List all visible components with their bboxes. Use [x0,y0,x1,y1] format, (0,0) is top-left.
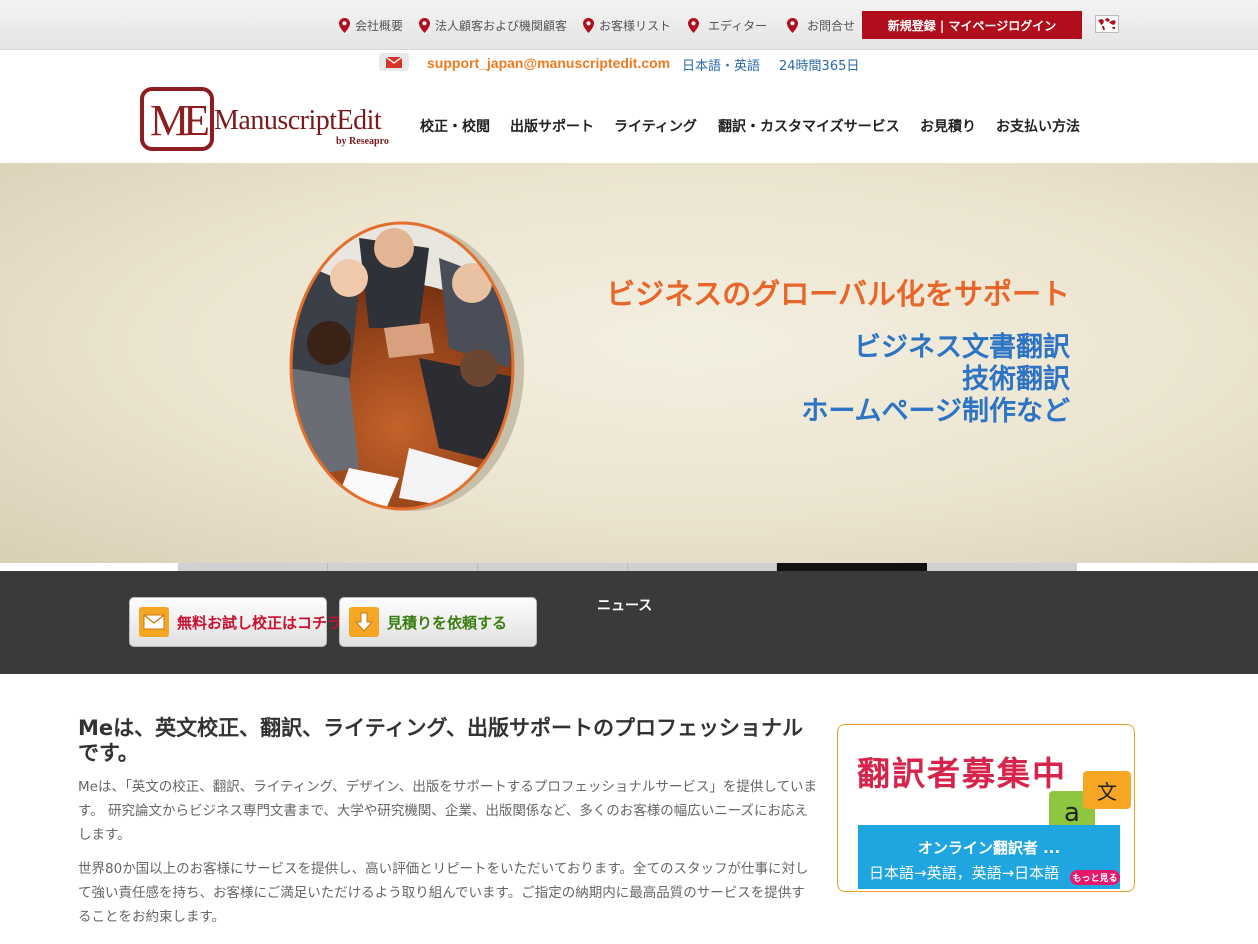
slider-pager[interactable] [178,563,1077,571]
news-heading[interactable]: ニュース [597,595,652,615]
toplink-label: お問合せ [807,18,856,33]
nav-publishing-support[interactable]: 出版サポート [510,116,594,136]
register-login-button[interactable]: 新規登録 | マイページログイン [862,11,1082,39]
support-hours: 24時間365日 [779,59,860,74]
toplink-corporate-clients[interactable]: 法人顧客および機関顧客 [419,16,567,34]
hero-line-3: ホームページ制作など [801,396,1070,427]
location-pin-icon [419,17,430,33]
translator-recruit-banner[interactable]: 翻訳者募集中 a 文 オンライン翻訳者 ... 日本語→英語，英語→日本語 もっ… [837,724,1135,892]
toplink-company[interactable]: 会社概要 [339,16,403,34]
hero-headline: ビジネスのグローバル化をサポート [606,277,1070,311]
nav-writing[interactable]: ライティング [614,116,697,136]
site-logo[interactable]: ME ManuscriptEdit by Reseapro [140,87,398,153]
toplink-label: 会社概要 [355,18,404,33]
team-meeting-photo [289,221,524,511]
toplink-client-list[interactable]: お客様リスト [583,16,671,34]
slider-dot[interactable] [478,563,628,571]
nav-translation[interactable]: 翻訳・カスタマイズサービス [718,116,900,136]
nav-payment[interactable]: お支払い方法 [996,116,1080,136]
free-trial-button[interactable]: 無料お試し校正はコチラ [129,597,342,647]
slider-dot-active[interactable] [777,563,927,571]
top-bar: 会社概要 法人顧客および機関顧客 お客様リスト エディター お問合せ 新規登録 … [0,0,1258,50]
see-more-button[interactable]: もっと見る [1070,870,1120,885]
world-map-icon[interactable] [1095,15,1119,33]
free-trial-label: 無料お試し校正はコチラ [177,613,343,632]
logo-name: ManuscriptEdit [214,105,382,136]
toplink-label: お客様リスト [599,18,672,33]
logo-mark-text: ME [150,96,210,145]
recruit-subtitle: オンライン翻訳者 ... [917,839,1061,857]
logo-byline: by Reseapro [336,136,389,147]
intro-paragraph-2: 世界80か国以上のお客様にサービスを提供し、高い評価とリピートをいただいておりま… [78,861,809,925]
speech-bubble-icon: 文 [1083,771,1131,809]
download-arrow-icon [349,607,379,637]
mail-icon [379,53,409,71]
slider-dot[interactable] [178,563,328,571]
nav-quote[interactable]: お見積り [920,116,976,136]
slider-dot[interactable] [628,563,777,571]
slider-dot[interactable] [328,563,478,571]
toplink-label: エディター [708,18,768,33]
location-pin-icon [787,17,798,33]
logo-mark: ME [140,87,214,151]
envelope-icon [139,607,169,637]
intro-title: Meは、英文校正、翻訳、ライティング、出版サポートのプロフェッショナルです。 [78,716,803,765]
recruit-directions: 日本語→英語，英語→日本語 [869,864,1060,882]
location-pin-icon [688,17,699,33]
intro-paragraph-1: Meは、「英文の校正、翻訳、ライティング、デザイン、出版をサポートするプロフェッ… [78,779,817,843]
supported-languages: 日本語・英語 [682,59,761,74]
nav-proofreading[interactable]: 校正・校閲 [420,116,490,136]
toplink-editors[interactable]: エディター [688,16,767,34]
action-band: 無料お試し校正はコチラ 見積りを依頼する ニュース [0,571,1258,674]
location-pin-icon [339,17,350,33]
toplink-contact[interactable]: お問合せ [787,16,855,34]
toplink-label: 法人顧客および機関顧客 [435,18,568,33]
quote-request-label: 見積りを依頼する [387,613,508,632]
hero-slider[interactable]: ビジネスのグローバル化をサポート ビジネス文書翻訳 技術翻訳 ホームページ制作な… [0,163,1258,563]
quote-request-button[interactable]: 見積りを依頼する [339,597,537,647]
recruit-title: 翻訳者募集中 [857,754,1067,793]
location-pin-icon [583,17,594,33]
support-email-link[interactable]: support_japan@manuscriptedit.com [427,55,670,71]
